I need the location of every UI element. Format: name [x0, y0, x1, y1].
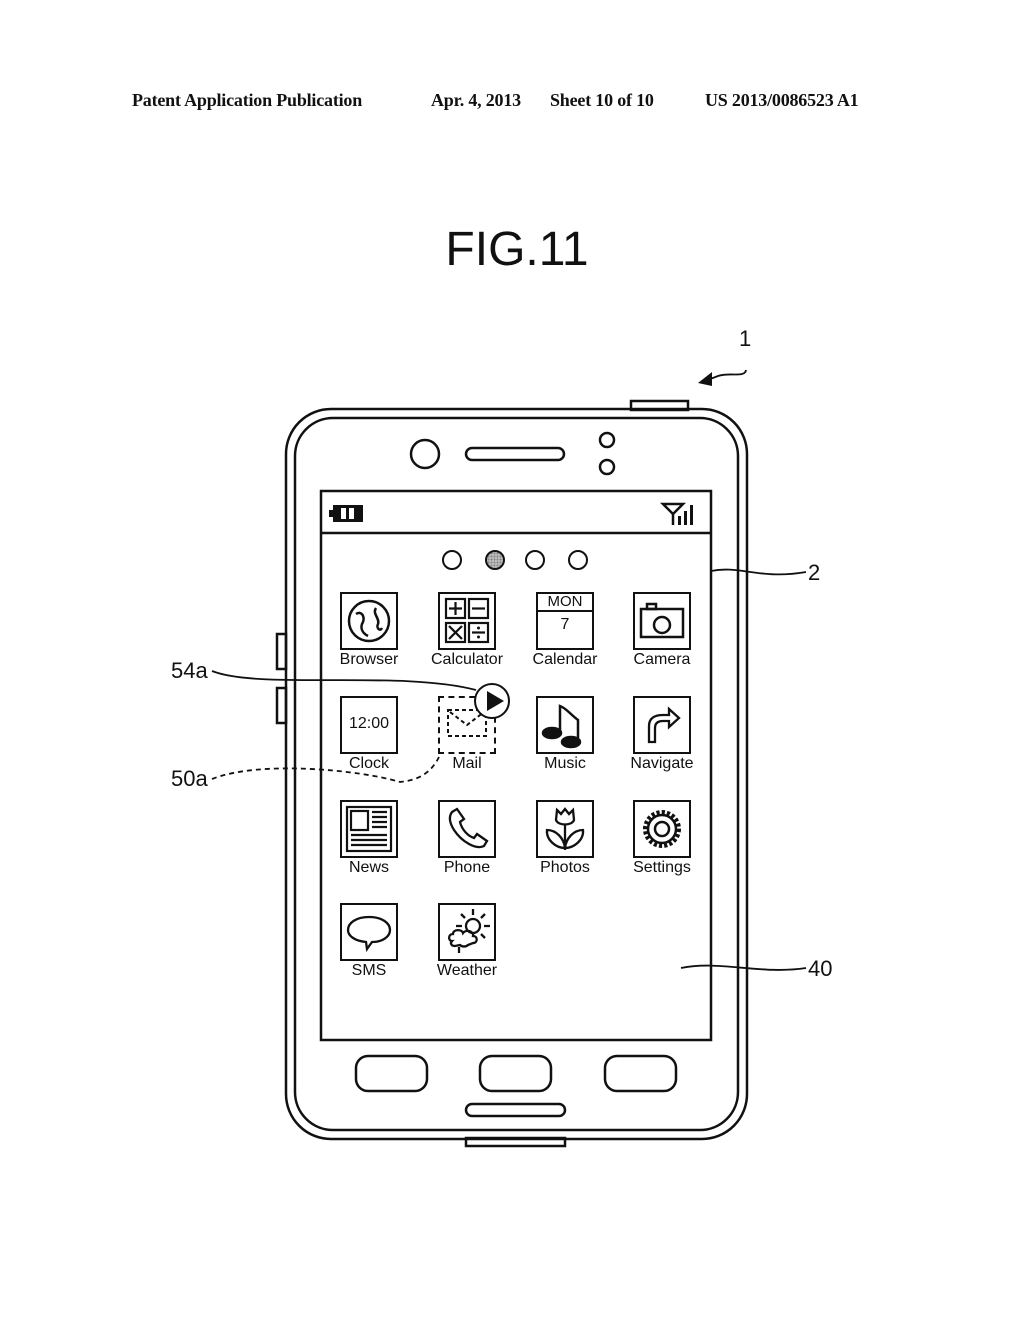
- app-news[interactable]: News: [324, 800, 414, 877]
- page-dot-3[interactable]: [525, 550, 545, 570]
- calculator-icon: [438, 592, 496, 650]
- app-label: Browser: [339, 651, 399, 668]
- clock-time: 12:00: [348, 715, 390, 732]
- page-dot-4[interactable]: [568, 550, 588, 570]
- home-button: [478, 1054, 553, 1093]
- earpiece: [464, 446, 566, 462]
- sensor-bottom: [598, 458, 616, 476]
- tulip-icon: [536, 800, 594, 858]
- ref-dragged-icon: 50a: [171, 766, 208, 791]
- app-calendar[interactable]: MON 7 Calendar: [520, 592, 610, 669]
- leader-40: [680, 964, 807, 971]
- app-label: News: [348, 859, 389, 876]
- app-label: Camera: [633, 651, 691, 668]
- ref-screen: 2: [808, 560, 821, 585]
- app-label: Calculator: [430, 651, 504, 668]
- app-clock[interactable]: 12:00 Clock: [324, 696, 414, 773]
- app-calculator[interactable]: Calculator: [422, 592, 512, 669]
- ref-home-area: 40: [808, 956, 833, 981]
- arrow-head-1: [698, 372, 712, 386]
- play-button[interactable]: [474, 683, 510, 719]
- app-label: Clock: [348, 755, 389, 772]
- volume-up-button: [275, 632, 288, 671]
- app-label: Music: [544, 755, 586, 772]
- app-label: Weather: [436, 962, 498, 979]
- phone-outline-drawing: [211, 369, 807, 1148]
- app-settings[interactable]: Settings: [617, 800, 707, 877]
- speech-bubble-icon: [340, 903, 398, 961]
- menu-button: [354, 1054, 429, 1093]
- app-label: Settings: [633, 859, 691, 876]
- bottom-connector: [464, 1136, 567, 1148]
- app-label: Mail: [452, 755, 482, 772]
- leader-2: [710, 568, 807, 576]
- app-photos[interactable]: Photos: [520, 800, 610, 877]
- battery-icon: [329, 505, 363, 522]
- calendar-icon: MON 7: [536, 592, 594, 650]
- volume-down-button: [275, 686, 288, 725]
- sun-cloud-icon: [438, 903, 496, 961]
- app-camera[interactable]: Camera: [617, 592, 707, 669]
- app-music[interactable]: Music: [520, 696, 610, 773]
- app-label: Calendar: [532, 651, 598, 668]
- page-dot-2-active[interactable]: [485, 550, 505, 570]
- calendar-date: 7: [560, 616, 570, 633]
- app-weather[interactable]: Weather: [422, 903, 512, 980]
- leader-54a: [211, 670, 477, 691]
- clock-icon: 12:00: [340, 696, 398, 754]
- page-dot-1[interactable]: [442, 550, 462, 570]
- app-sms[interactable]: SMS: [324, 903, 414, 980]
- gear-icon: [633, 800, 691, 858]
- app-label: SMS: [351, 962, 387, 979]
- ref-play-button: 54a: [171, 658, 208, 683]
- front-camera: [409, 438, 441, 470]
- bottom-speaker: [464, 1102, 567, 1118]
- app-label: Navigate: [630, 755, 694, 772]
- app-label: Phone: [443, 859, 491, 876]
- newspaper-icon: [340, 800, 398, 858]
- camera-icon: [633, 592, 691, 650]
- app-label: Photos: [540, 859, 590, 876]
- phone-body-inner: [293, 416, 740, 1132]
- app-navigate[interactable]: Navigate: [617, 696, 707, 773]
- calendar-day: MON: [538, 594, 592, 612]
- app-phone[interactable]: Phone: [422, 800, 512, 877]
- globe-icon: [340, 592, 398, 650]
- app-browser[interactable]: Browser: [324, 592, 414, 669]
- ref-device: 1: [739, 326, 752, 351]
- back-button: [603, 1054, 678, 1093]
- turn-arrow-icon: [633, 696, 691, 754]
- signal-icon: [659, 502, 693, 525]
- sensor-top: [598, 431, 616, 449]
- phone-handset-icon: [438, 800, 496, 858]
- music-note-icon: [536, 696, 594, 754]
